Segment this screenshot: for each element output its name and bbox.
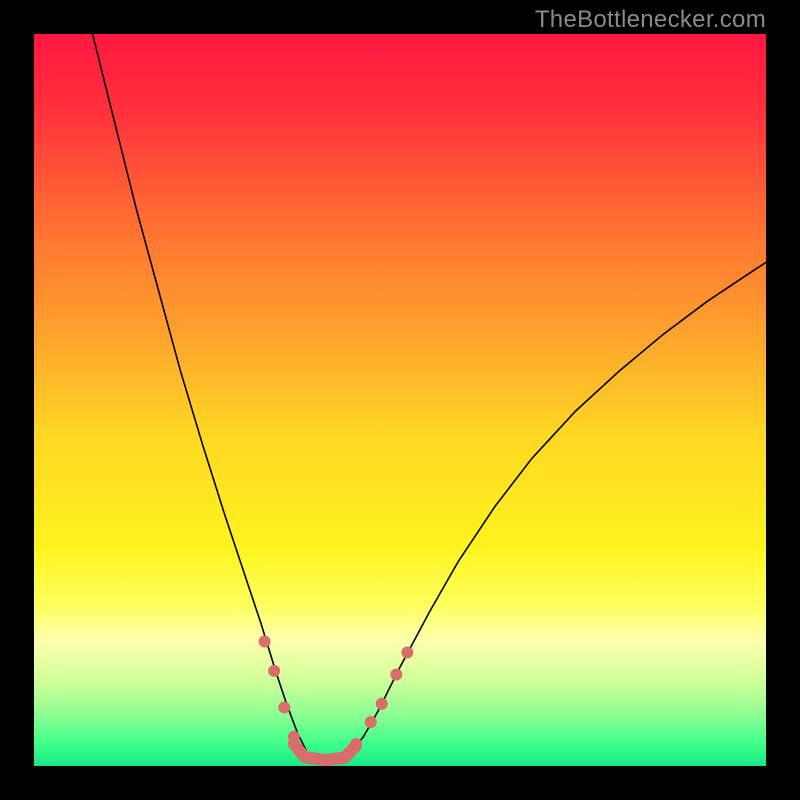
bottleneck-chart: [34, 34, 766, 766]
data-marker: [376, 698, 388, 710]
plot-area: [34, 34, 766, 766]
chart-frame: TheBottlenecker.com: [0, 0, 800, 800]
data-marker: [390, 669, 402, 681]
data-marker: [268, 665, 280, 677]
data-marker: [401, 647, 413, 659]
data-marker: [365, 716, 377, 728]
watermark-text: TheBottlenecker.com: [535, 6, 766, 34]
gradient-background: [34, 34, 766, 766]
data-marker: [278, 701, 290, 713]
data-marker: [259, 636, 271, 648]
